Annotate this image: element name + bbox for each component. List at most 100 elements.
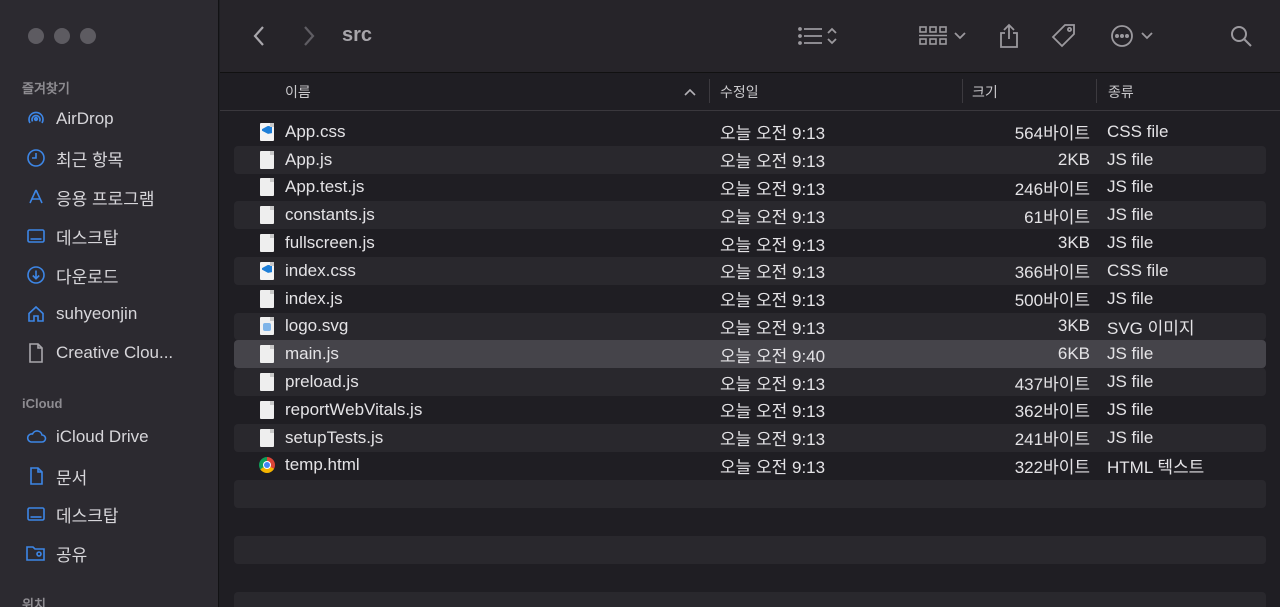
sidebar-item-airdrop[interactable]: AirDrop [24,105,114,133]
sidebar-item-label: 데스크탑 [56,228,119,248]
file-row[interactable]: App.test.js 오늘 오전 9:13 246바이트 JS file [234,174,1266,202]
empty-row [234,536,1266,564]
share-icon [1000,23,1018,48]
file-kind: JS file [1107,177,1154,197]
file-kind: CSS file [1107,260,1169,280]
file-row[interactable]: reportWebVitals.js 오늘 오전 9:13 362바이트 JS … [234,396,1266,424]
file-date: 오늘 오전 9:13 [720,430,826,450]
file-size: 3KB [1057,233,1090,253]
list-view-icon [798,27,822,45]
sidebar-item-label: 최근 항목 [56,150,124,170]
view-options-button[interactable] [792,20,844,52]
zoom-window-button[interactable] [80,28,96,44]
file-date: 오늘 오전 9:13 [720,235,826,255]
desktop-icon [24,502,48,526]
minimize-window-button[interactable] [54,28,70,44]
sidebar-item-icloud-desktop[interactable]: 데스크탑 [24,500,119,528]
cloud-icon [24,425,48,449]
chevron-updown-icon [827,27,837,45]
svg-file-icon [258,313,276,341]
chevron-left-icon [253,26,264,46]
file-row[interactable]: setupTests.js 오늘 오전 9:13 241바이트 JS file [234,423,1266,452]
close-window-button[interactable] [28,28,44,44]
icloud-section-header: iCloud [22,396,63,411]
locations-section-header: 위치 [22,597,46,607]
file-date: 오늘 오전 9:13 [720,291,826,311]
file-row[interactable]: index.js 오늘 오전 9:13 500바이트 JS file [234,285,1266,313]
sidebar-item-label: suhyeonjin [56,304,138,323]
airdrop-icon [24,107,48,131]
file-kind: JS file [1107,344,1154,364]
file-row[interactable]: constants.js 오늘 오전 9:13 61바이트 JS file [234,201,1266,230]
file-size: 61바이트 [1024,207,1090,227]
file-size: 3KB [1057,316,1090,336]
column-divider[interactable] [1096,79,1097,103]
shared-folder-icon [24,541,48,565]
sidebar-item-icloud-drive[interactable]: iCloud Drive [24,423,149,451]
column-header: 이름 수정일 크기 종류 [220,73,1280,111]
file-size: 437바이트 [1014,374,1090,394]
clock-icon [24,146,48,170]
js-file-icon [258,229,276,257]
file-row-selected[interactable]: main.js 오늘 오전 9:40 6KB JS file [234,340,1266,369]
file-name: logo.svg [285,316,349,336]
search-icon [1231,26,1252,47]
file-name: constants.js [285,205,375,225]
file-row[interactable]: preload.js 오늘 오전 9:13 437바이트 JS file [234,368,1266,396]
chevron-up-icon [684,88,696,96]
sidebar-item-home[interactable]: suhyeonjin [24,300,137,328]
column-header-kind[interactable]: 종류 [1108,73,1134,110]
sidebar-item-recents[interactable]: 최근 항목 [24,144,123,172]
file-name: main.js [285,344,339,364]
file-kind: CSS file [1107,121,1169,141]
file-row[interactable]: fullscreen.js 오늘 오전 9:13 3KB JS file [234,229,1266,257]
file-size: 366바이트 [1014,263,1090,283]
file-name: reportWebVitals.js [285,399,423,419]
chevron-down-icon [1141,32,1153,40]
sort-indicator[interactable] [684,73,696,110]
tag-button[interactable] [1048,20,1080,52]
css-file-icon [258,257,276,285]
file-kind: JS file [1107,427,1154,447]
sidebar-item-downloads[interactable]: 다운로드 [24,261,119,289]
column-header-name[interactable]: 이름 [285,73,311,110]
download-icon [24,263,48,287]
js-file-icon [258,340,276,368]
sidebar-item-documents[interactable]: 문서 [24,462,87,490]
search-button[interactable] [1226,20,1256,52]
file-name: App.js [285,149,333,169]
tag-icon [1051,24,1075,48]
file-row[interactable]: temp.html 오늘 오전 9:13 322바이트 HTML 텍스트 [234,452,1266,480]
group-button[interactable] [916,20,970,52]
empty-row [234,592,1266,607]
file-row[interactable]: App.js 오늘 오전 9:13 2KB JS file [234,145,1266,174]
window-controls [28,28,96,44]
share-button[interactable] [994,20,1024,52]
applications-icon [24,185,48,209]
file-row[interactable]: index.css 오늘 오전 9:13 366바이트 CSS file [234,256,1266,285]
column-divider[interactable] [962,79,963,103]
action-menu-button[interactable] [1106,20,1158,52]
file-row[interactable]: logo.svg 오늘 오전 9:13 3KB SVG 이미지 [234,312,1266,341]
column-header-size[interactable]: 크기 [972,73,998,110]
forward-button[interactable] [294,20,324,52]
column-header-date[interactable]: 수정일 [720,73,759,110]
file-row[interactable]: App.css 오늘 오전 9:13 564바이트 CSS file [234,118,1266,146]
file-size: 246바이트 [1014,179,1090,199]
file-size: 241바이트 [1014,430,1090,450]
file-date: 오늘 오전 9:13 [720,318,826,338]
sidebar-item-creative-cloud[interactable]: Creative Clou... [24,339,173,367]
back-button[interactable] [244,20,274,52]
sidebar-item-shared[interactable]: 공유 [24,539,87,567]
file-name: index.css [285,260,356,280]
js-file-icon [258,174,276,202]
sidebar-item-label: AirDrop [56,109,114,128]
file-name: index.js [285,288,343,308]
sidebar-item-applications[interactable]: 응용 프로그램 [24,183,155,211]
sidebar-item-label: Creative Clou... [56,343,174,362]
css-file-icon [258,118,276,146]
file-size: 362바이트 [1014,402,1090,422]
desktop-icon [24,224,48,248]
column-divider[interactable] [709,79,710,103]
sidebar-item-desktop[interactable]: 데스크탑 [24,222,119,250]
